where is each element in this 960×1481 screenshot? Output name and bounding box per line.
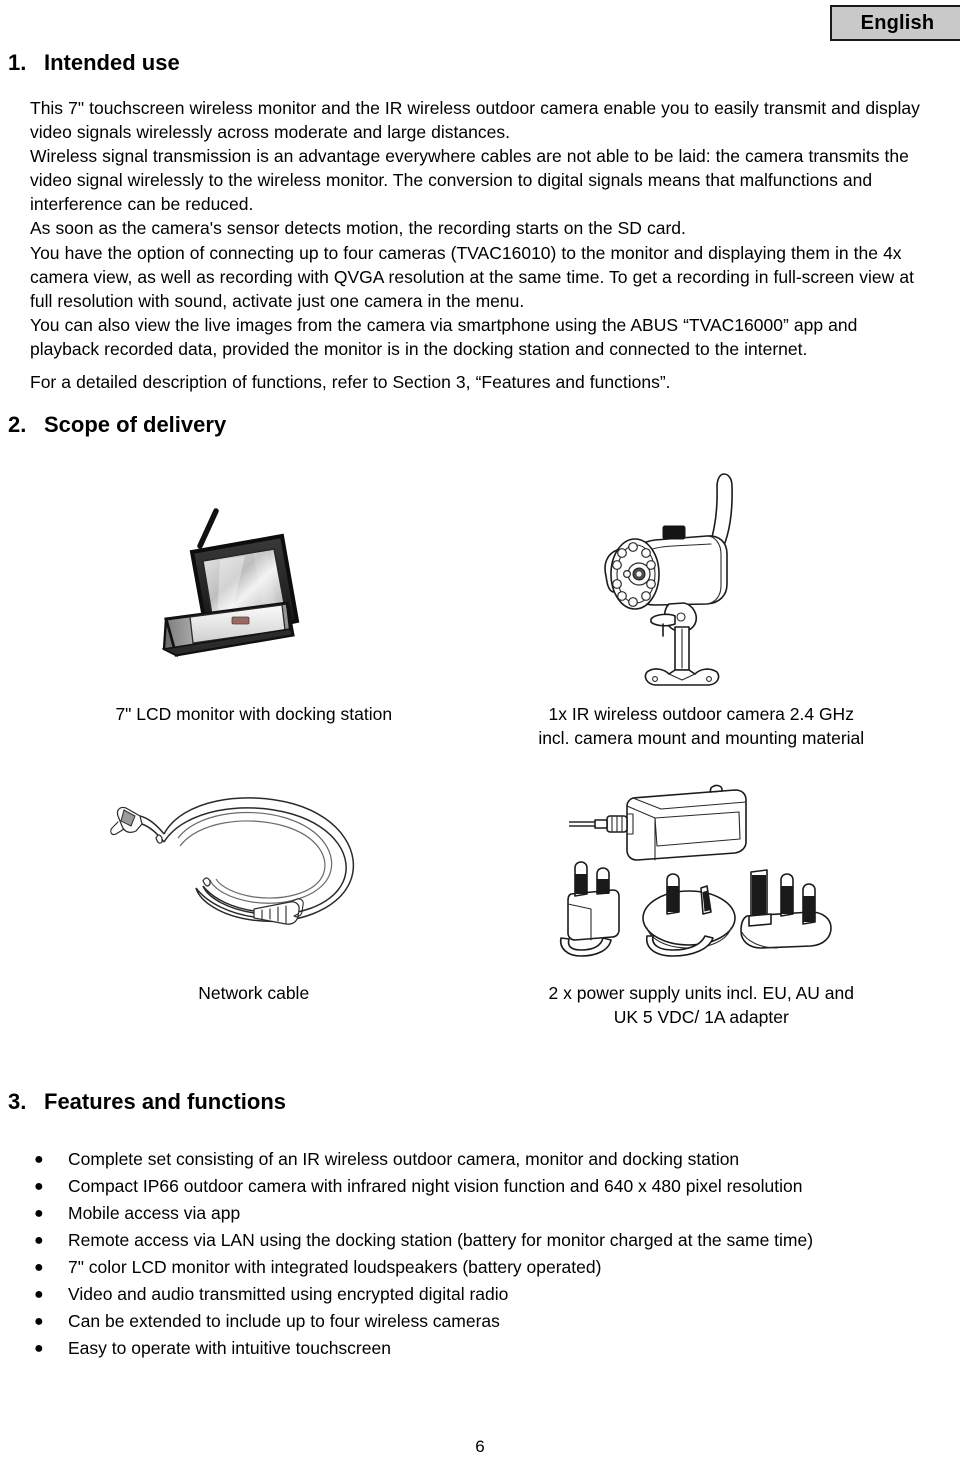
scope-item-lcd-monitor: 7" LCD monitor with docking station <box>30 462 478 750</box>
intended-use-body: This 7" touchscreen wireless monitor and… <box>30 96 925 361</box>
section-heading-intended-use: 1. Intended use <box>8 50 180 76</box>
list-item-label: Compact IP66 outdoor camera with infrare… <box>68 1176 803 1196</box>
page-number: 6 <box>475 1437 485 1456</box>
brand-logo-plate <box>231 616 250 625</box>
paragraph: For a detailed description of functions,… <box>30 372 671 392</box>
intended-use-reference-note: For a detailed description of functions,… <box>30 370 925 394</box>
bullet-icon: ● <box>34 1151 44 1168</box>
section-number: 1. <box>8 50 27 75</box>
paragraph: You have the option of connecting up to … <box>30 242 914 311</box>
paragraph: Wireless signal transmission is an advan… <box>30 146 909 215</box>
list-item: ● Complete set consisting of an IR wirel… <box>30 1146 930 1173</box>
list-item: ● Mobile access via app <box>30 1200 930 1227</box>
bullet-icon: ● <box>34 1259 44 1276</box>
section-title: Intended use <box>44 50 180 75</box>
scope-row: 7" LCD monitor with docking station 1x I… <box>30 462 925 750</box>
paragraph: As soon as the camera's sensor detects m… <box>30 218 686 239</box>
bullet-icon: ● <box>34 1313 44 1330</box>
list-item-label: Remote access via LAN using the docking … <box>68 1230 814 1250</box>
section-heading-features-and-functions: 3. Features and functions <box>8 1089 286 1115</box>
scope-item-caption: 2 x power supply units incl. EU, AU and … <box>548 983 854 1027</box>
list-item-label: Complete set consisting of an IR wireles… <box>68 1149 740 1169</box>
scope-of-delivery-grid: 7" LCD monitor with docking station 1x I… <box>30 462 925 1029</box>
list-item: ● Easy to operate with intuitive touchsc… <box>30 1335 930 1362</box>
list-item-label: Can be extended to include up to four wi… <box>68 1311 500 1331</box>
list-item-label: Mobile access via app <box>68 1203 241 1223</box>
ir-wireless-outdoor-camera-illustration <box>478 462 926 694</box>
scope-item-caption: 1x IR wireless outdoor camera 2.4 GHz in… <box>538 704 865 748</box>
list-item-label: Video and audio transmitted using encryp… <box>68 1284 509 1304</box>
bullet-icon: ● <box>34 1286 44 1303</box>
list-item: ● 7" color LCD monitor with integrated l… <box>30 1254 930 1281</box>
features-list: ● Complete set consisting of an IR wirel… <box>30 1146 930 1362</box>
list-item-label: 7" color LCD monitor with integrated lou… <box>68 1257 602 1277</box>
lcd-monitor-docking-station-illustration <box>30 462 478 694</box>
paragraph: This 7" touchscreen wireless monitor and… <box>30 98 920 143</box>
section-title: Features and functions <box>44 1089 287 1114</box>
list-item: ● Remote access via LAN using the dockin… <box>30 1227 930 1254</box>
section-number: 2. <box>8 412 27 437</box>
scope-item-ir-camera: 1x IR wireless outdoor camera 2.4 GHz in… <box>478 462 926 750</box>
bullet-icon: ● <box>34 1178 44 1195</box>
paragraph: You can also view the live images from t… <box>30 314 858 359</box>
list-item: ● Video and audio transmitted using encr… <box>30 1281 930 1308</box>
section-number: 3. <box>8 1089 27 1114</box>
scope-item-network-cable: Network cable <box>30 768 478 1029</box>
language-badge: English <box>830 5 960 41</box>
section-title: Scope of delivery <box>44 412 227 437</box>
scope-item-caption: 7" LCD monitor with docking station <box>115 704 393 724</box>
bullet-icon: ● <box>34 1340 44 1357</box>
scope-row: Network cable 2 x power supply units inc… <box>30 768 925 1029</box>
bullet-icon: ● <box>34 1205 44 1222</box>
section-heading-scope-of-delivery: 2. Scope of delivery <box>8 412 226 438</box>
list-item-label: Easy to operate with intuitive touchscre… <box>68 1338 391 1358</box>
scope-item-power-supplies: 2 x power supply units incl. EU, AU and … <box>478 768 926 1029</box>
list-item: ● Can be extended to include up to four … <box>30 1308 930 1335</box>
scope-item-caption: Network cable <box>198 983 310 1003</box>
language-badge-label: English <box>860 11 935 34</box>
bullet-icon: ● <box>34 1232 44 1249</box>
manual-page: English 1. Intended use This 7" touchscr… <box>0 0 960 1481</box>
power-supply-units-plug-adapters-illustration <box>478 768 926 973</box>
network-cable-illustration <box>30 768 478 973</box>
list-item: ● Compact IP66 outdoor camera with infra… <box>30 1173 930 1200</box>
